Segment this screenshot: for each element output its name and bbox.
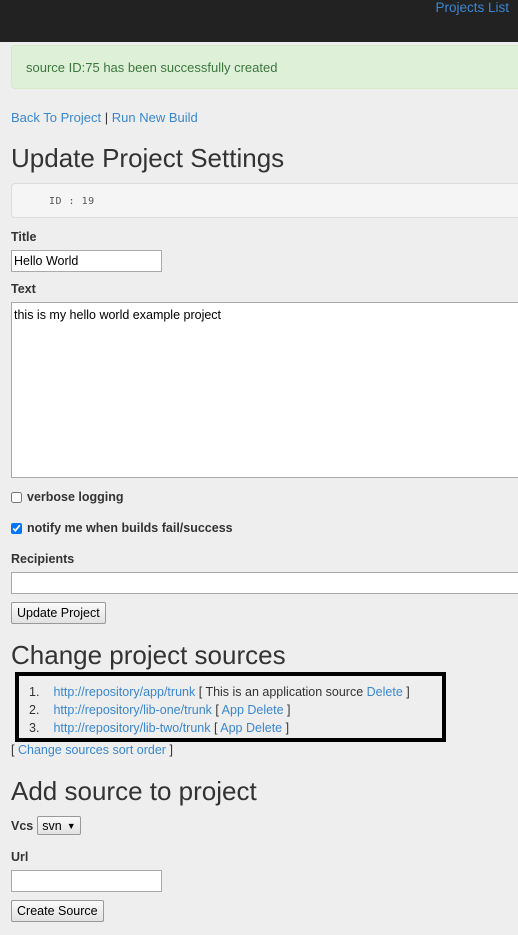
source-url-link[interactable]: http://repository/lib-two/trunk [53,721,210,735]
notify-label: notify me when builds fail/success [27,521,233,535]
text-label: Text [11,282,36,296]
source-url-link[interactable]: http://repository/lib-one/trunk [53,703,211,717]
top-navbar: Projects List [0,0,518,42]
url-input[interactable] [11,870,162,892]
source-number: 3. [29,721,40,735]
sort-order-row: [ Change sources sort order ] [11,743,173,757]
source-close-bracket: ] [287,703,291,717]
vcs-label: Vcs [11,818,34,833]
source-number: 1. [29,685,40,699]
notify-option[interactable]: notify me when builds fail/success [11,521,233,535]
source-open-bracket: [ [213,721,218,735]
projects-list-link[interactable]: Projects List [435,0,509,15]
source-open-bracket: [ [215,703,219,717]
sources-list: 1. http://repository/app/trunk [ This is… [29,683,410,737]
project-id-box: ID : 19 [11,183,518,218]
nav-separator: | [104,110,109,125]
source-open-bracket: [ This is an application source [198,685,364,699]
add-source-title: Add source to project [11,776,257,806]
verbose-logging-option[interactable]: verbose logging [11,490,124,504]
vcs-selected-value: svn [42,818,62,833]
update-project-button[interactable]: Update Project [11,602,106,624]
sort-open-bracket: [ [11,743,15,757]
title-input[interactable] [11,250,162,272]
success-alert: source ID:75 has been successfully creat… [11,45,518,89]
project-nav-links: Back To Project | Run New Build [11,110,198,125]
source-delete-link[interactable]: Delete [367,685,403,699]
sources-list-box: 1. http://repository/app/trunk [ This is… [15,672,446,742]
url-label: Url [11,850,29,864]
title-label: Title [11,230,37,244]
back-to-project-link[interactable]: Back To Project [11,110,101,125]
run-new-build-link[interactable]: Run New Build [112,110,198,125]
source-item: 2. http://repository/lib-one/trunk [ App… [29,701,410,719]
source-app-link[interactable]: App [220,721,242,735]
source-url-link[interactable]: http://repository/app/trunk [53,685,195,699]
source-close-bracket: ] [406,685,410,699]
change-sort-order-link[interactable]: Change sources sort order [18,743,166,757]
dropdown-arrow-icon: ▼ [66,820,76,831]
recipients-input[interactable] [11,572,518,594]
notify-checkbox[interactable] [11,522,22,534]
source-item: 1. http://repository/app/trunk [ This is… [29,683,410,701]
verbose-logging-checkbox[interactable] [11,491,22,503]
page-title: Update Project Settings [11,143,285,173]
vcs-row: Vcs svn ▼ [11,816,81,835]
recipients-label: Recipients [11,552,75,566]
source-number: 2. [29,703,40,717]
source-delete-link[interactable]: Delete [246,721,282,735]
source-close-bracket: ] [285,721,290,735]
source-delete-link[interactable]: Delete [247,703,283,717]
vcs-select[interactable]: svn ▼ [37,816,81,835]
text-textarea[interactable]: this is my hello world example project [11,302,518,478]
create-source-button[interactable]: Create Source [11,900,104,922]
verbose-logging-label: verbose logging [27,490,124,504]
sort-close-bracket: ] [169,743,173,757]
source-app-link[interactable]: App [222,703,244,717]
sources-title: Change project sources [11,640,286,670]
source-item: 3. http://repository/lib-two/trunk [ App… [29,719,410,737]
